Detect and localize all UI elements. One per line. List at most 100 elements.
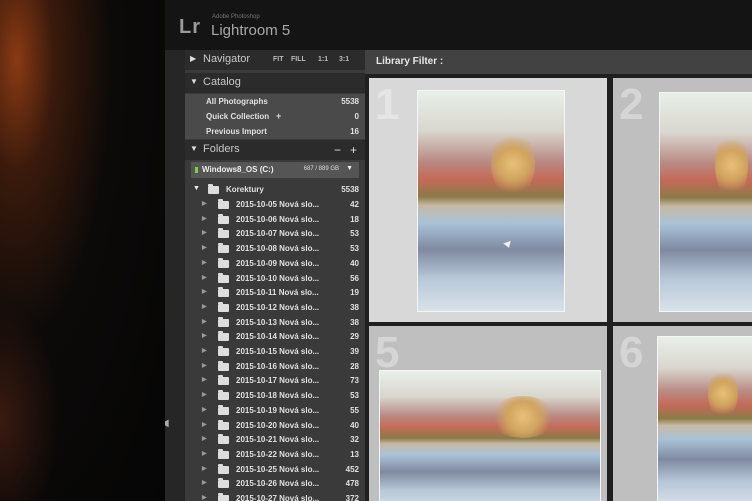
folder-expand-icon[interactable]: ▶ [202, 465, 207, 472]
folder-expand-icon[interactable]: ▼ [193, 185, 200, 192]
folder-label: 2015-10-10 Nová slo... [236, 273, 320, 283]
folder-expand-icon[interactable]: ▶ [202, 494, 207, 501]
folder-expand-icon[interactable]: ▶ [202, 479, 207, 486]
collapse-triangle-icon[interactable]: ▼ [190, 144, 198, 153]
volume-dropdown-icon[interactable]: ▼ [346, 165, 353, 172]
folder-row[interactable]: ▶ 2015-10-21 Nová slo... 32 [185, 432, 365, 447]
grid-cell[interactable]: 5 [369, 326, 607, 501]
folder-row[interactable]: ▶ 2015-10-09 Nová slo... 40 [185, 256, 365, 271]
grid-cell[interactable]: 6 [613, 326, 752, 501]
folder-icon [218, 375, 229, 386]
catalog-item-all-photographs[interactable]: All Photographs 5538 [185, 94, 365, 109]
folder-expand-icon[interactable]: ▶ [202, 274, 207, 281]
folder-row[interactable]: ▶ 2015-10-25 Nová slo... 452 [185, 462, 365, 477]
folder-count: 56 [350, 273, 359, 283]
folder-row[interactable]: ▶ 2015-10-11 Nová slo... 19 [185, 285, 365, 300]
folder-row[interactable]: ▶ 2015-10-16 Nová slo... 28 [185, 359, 365, 374]
folder-expand-icon[interactable]: ▶ [202, 406, 207, 413]
folder-icon [218, 478, 229, 489]
catalog-item-count: 5538 [341, 97, 359, 106]
folder-expand-icon[interactable]: ▶ [202, 200, 207, 207]
folder-expand-icon[interactable]: ▶ [202, 347, 207, 354]
catalog-item-label: All Photographs [206, 97, 268, 106]
navigator-header[interactable]: ▶ Navigator FIT FILL 1:1 3:1 [185, 50, 365, 70]
zoom-fit-button[interactable]: FIT [273, 56, 284, 63]
folder-expand-icon[interactable]: ▶ [202, 318, 207, 325]
folder-root-korektury[interactable]: ▼ Korektury 5538 [185, 182, 365, 197]
catalog-item-count: 0 [354, 112, 359, 121]
folder-expand-icon[interactable]: ▶ [202, 229, 207, 236]
folder-count: 40 [350, 258, 359, 268]
folder-row[interactable]: ▶ 2015-10-20 Nová slo... 40 [185, 418, 365, 433]
catalog-item-label: Quick Collection [206, 112, 270, 121]
folder-expand-icon[interactable]: ▶ [202, 303, 207, 310]
folder-count: 372 [345, 494, 359, 501]
folder-expand-icon[interactable]: ▶ [202, 450, 207, 457]
folder-row[interactable]: ▶ 2015-10-22 Nová slo... 13 [185, 447, 365, 462]
folder-row[interactable]: ▶ 2015-10-07 Nová slo... 53 [185, 226, 365, 241]
folder-row[interactable]: ▶ 2015-10-08 Nová slo... 53 [185, 241, 365, 256]
grid-cell[interactable]: 2 [613, 78, 752, 322]
folders-header[interactable]: ▼ Folders − + [185, 140, 365, 160]
folder-row[interactable]: ▶ 2015-10-27 Nová slo... 372 [185, 491, 365, 501]
thumbnail-image[interactable] [657, 336, 752, 501]
folder-expand-icon[interactable]: ▶ [202, 421, 207, 428]
collapse-triangle-icon[interactable]: ▼ [190, 77, 198, 86]
folder-row[interactable]: ▶ 2015-10-12 Nová slo... 38 [185, 300, 365, 315]
add-folder-button[interactable]: + [350, 143, 357, 157]
folder-icon [218, 434, 229, 445]
folder-label: 2015-10-15 Nová slo... [236, 347, 320, 356]
folder-row[interactable]: ▶ 2015-10-17 Nová slo... 73 [185, 373, 365, 388]
catalog-item-label: Previous Import [206, 127, 267, 136]
folder-label: 2015-10-14 Nová slo... [236, 332, 320, 342]
grid-cell[interactable]: 1 [369, 78, 607, 322]
remove-folder-button[interactable]: − [334, 143, 341, 157]
folder-label: 2015-10-26 Nová slo... [236, 479, 320, 489]
folder-row[interactable]: ▶ 2015-10-14 Nová slo... 29 [185, 329, 365, 344]
folder-row[interactable]: ▶ 2015-10-26 Nová slo... 478 [185, 476, 365, 491]
expand-triangle-icon[interactable]: ▶ [190, 54, 196, 63]
folder-expand-icon[interactable]: ▶ [202, 391, 207, 398]
folder-label: 2015-10-06 Nová slo... [236, 214, 320, 224]
left-panel-edge[interactable]: ◀ [165, 50, 185, 501]
catalog-item-quick-collection[interactable]: Quick Collection + 0 [185, 109, 365, 124]
folder-row[interactable]: ▶ 2015-10-15 Nová slo... 39 [185, 344, 365, 359]
catalog-item-previous-import[interactable]: Previous Import 16 [185, 124, 365, 139]
brand-small: Adobe Photoshop [212, 14, 260, 20]
zoom-fill-button[interactable]: FILL [291, 56, 306, 63]
folder-row[interactable]: ▶ 2015-10-10 Nová slo... 56 [185, 271, 365, 286]
folder-row[interactable]: ▶ 2015-10-05 Nová slo... 42 [185, 197, 365, 212]
folder-expand-icon[interactable]: ▶ [202, 215, 207, 222]
thumbnail-image[interactable] [417, 90, 565, 312]
folder-count: 42 [350, 200, 359, 209]
folder-label: Korektury [226, 185, 264, 194]
folder-icon [218, 228, 229, 239]
folder-icon [218, 272, 229, 283]
zoom-3to1-button[interactable]: 3:1 [339, 56, 349, 63]
folder-expand-icon[interactable]: ▶ [202, 332, 207, 339]
folder-count: 73 [350, 376, 359, 386]
folder-expand-icon[interactable]: ▶ [202, 259, 207, 266]
folder-expand-icon[interactable]: ▶ [202, 376, 207, 383]
folder-count: 53 [350, 391, 359, 401]
grid-view: Library Filter : 1 2 5 6 [365, 50, 752, 501]
folder-row[interactable]: ▶ 2015-10-19 Nová slo... 55 [185, 403, 365, 418]
folder-row[interactable]: ▶ 2015-10-06 Nová slo... 18 [185, 212, 365, 227]
folder-icon [218, 331, 229, 342]
thumbnail-image[interactable] [659, 92, 752, 312]
folder-expand-icon[interactable]: ▶ [202, 362, 207, 369]
library-filter-bar[interactable]: Library Filter : [365, 50, 752, 74]
folder-expand-icon[interactable]: ▶ [202, 288, 207, 295]
catalog-header[interactable]: ▼ Catalog [185, 73, 365, 93]
folder-count: 55 [350, 405, 359, 415]
thumbnail-image[interactable] [379, 370, 601, 501]
zoom-1to1-button[interactable]: 1:1 [318, 56, 328, 63]
volume-bar[interactable]: Windows8_OS (C:) 687 / 889 GB ▼ [191, 162, 359, 178]
collapse-left-icon[interactable]: ◀ [165, 418, 169, 429]
folder-icon [218, 346, 229, 356]
folder-label: 2015-10-17 Nová slo... [236, 376, 320, 386]
folder-row[interactable]: ▶ 2015-10-18 Nová slo... 53 [185, 388, 365, 403]
folder-expand-icon[interactable]: ▶ [202, 435, 207, 442]
folder-row[interactable]: ▶ 2015-10-13 Nová slo... 38 [185, 315, 365, 330]
folder-expand-icon[interactable]: ▶ [202, 244, 207, 251]
